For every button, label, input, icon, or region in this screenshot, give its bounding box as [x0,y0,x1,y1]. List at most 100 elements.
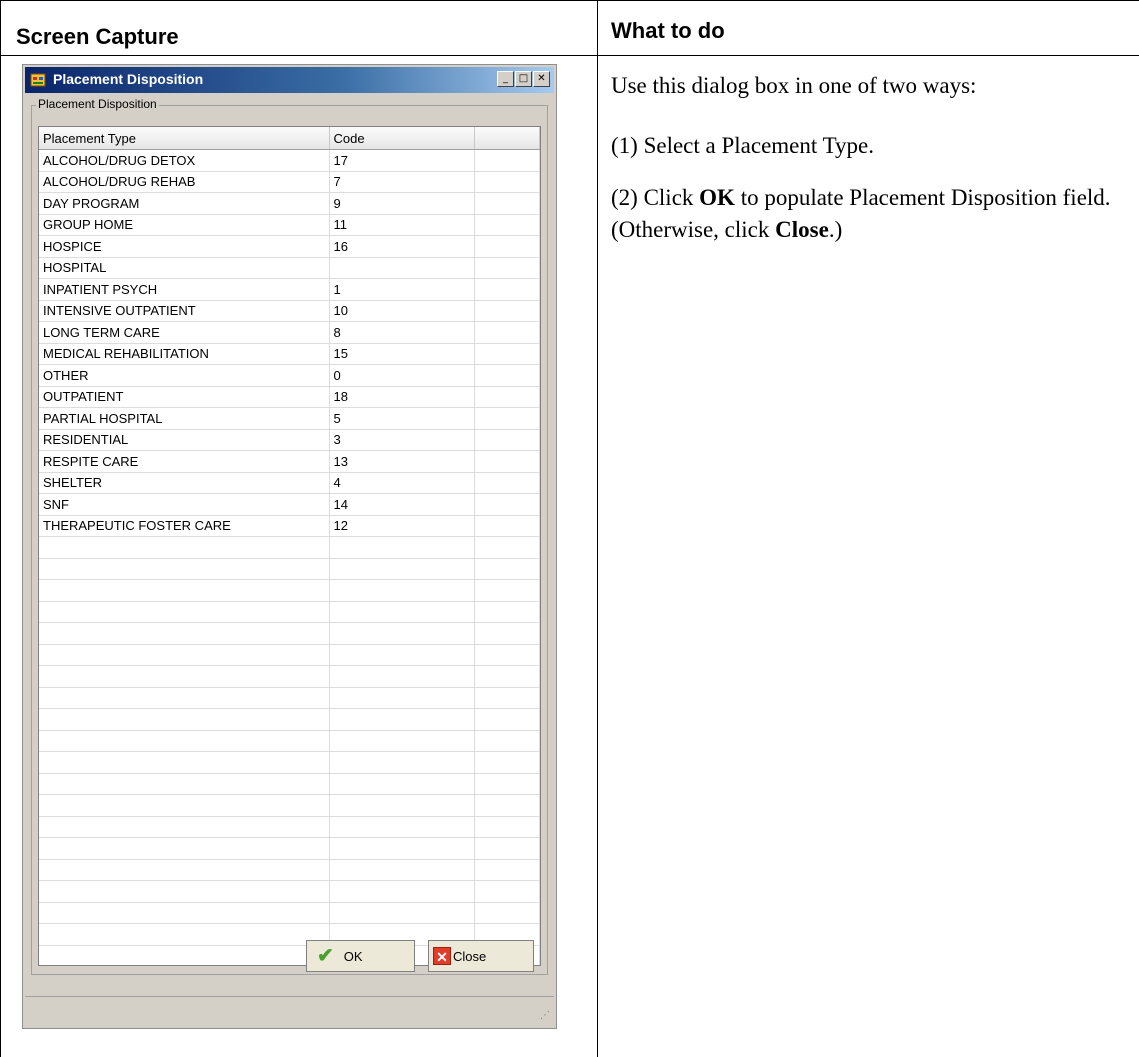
extra-cell[interactable] [474,601,540,623]
placement-type-cell[interactable]: DAY PROGRAM [39,192,330,215]
extra-cell[interactable] [474,149,540,172]
extra-cell[interactable] [474,579,540,602]
code-cell[interactable]: 11 [329,214,475,236]
table-row[interactable]: DAY PROGRAM 9 [39,192,540,215]
code-cell[interactable] [329,816,475,838]
code-cell[interactable] [329,687,475,709]
extra-cell[interactable] [474,515,540,537]
placement-type-cell[interactable]: LONG TERM CARE [39,321,330,344]
empty-table-row[interactable] [39,880,540,903]
placement-type-cell[interactable]: PARTIAL HOSPITAL [39,407,330,430]
extra-cell[interactable] [474,364,540,387]
extra-cell[interactable] [474,773,540,795]
placement-type-cell[interactable]: RESIDENTIAL [39,429,330,451]
window-close-button[interactable]: ✕ [533,71,550,87]
empty-table-row[interactable] [39,751,540,774]
placement-type-cell[interactable] [39,794,330,817]
table-row[interactable]: ALCOHOL/DRUG REHAB 7 [39,171,540,193]
placement-type-cell[interactable]: ALCOHOL/DRUG DETOX [39,149,330,172]
empty-table-row[interactable] [39,601,540,623]
placement-type-cell[interactable]: OUTPATIENT [39,386,330,408]
table-row[interactable]: THERAPEUTIC FOSTER CARE 12 [39,515,540,537]
empty-table-row[interactable] [39,708,540,731]
empty-table-row[interactable] [39,644,540,666]
placement-type-cell[interactable]: HOSPICE [39,235,330,258]
extra-cell[interactable] [474,751,540,774]
placement-type-cell[interactable] [39,665,330,688]
title-bar[interactable]: Placement Disposition _ □ ✕ [25,67,554,93]
extra-cell[interactable] [474,493,540,516]
table-row[interactable]: RESPITE CARE 13 [39,450,540,473]
extra-cell[interactable] [474,558,540,580]
code-cell[interactable] [329,644,475,666]
code-cell[interactable]: 12 [329,515,475,537]
empty-table-row[interactable] [39,794,540,817]
empty-table-row[interactable] [39,773,540,795]
extra-cell[interactable] [474,665,540,688]
placement-type-cell[interactable]: INPATIENT PSYCH [39,278,330,301]
code-cell[interactable] [329,257,475,279]
table-row[interactable]: INTENSIVE OUTPATIENT 10 [39,300,540,322]
code-cell[interactable]: 17 [329,149,475,172]
code-cell[interactable] [329,730,475,752]
extra-cell[interactable] [474,622,540,645]
empty-table-row[interactable] [39,859,540,881]
placement-type-cell[interactable] [39,945,330,965]
code-cell[interactable] [329,751,475,774]
minimize-button[interactable]: _ [497,71,514,87]
code-cell[interactable]: 5 [329,407,475,430]
column-header-code[interactable]: Code [329,127,475,150]
empty-table-row[interactable] [39,837,540,860]
table-row[interactable]: PARTIAL HOSPITAL 5 [39,407,540,430]
code-cell[interactable]: 10 [329,300,475,322]
extra-cell[interactable] [474,472,540,494]
table-row[interactable]: INPATIENT PSYCH 1 [39,278,540,301]
table-row[interactable]: LONG TERM CARE 8 [39,321,540,344]
resize-grip-icon[interactable]: ⋰ [540,1010,550,1021]
extra-cell[interactable] [474,902,540,924]
table-row[interactable]: SNF 14 [39,493,540,516]
ok-button[interactable]: ✔ OK [306,940,415,972]
placement-type-cell[interactable] [39,536,330,559]
table-row[interactable]: MEDICAL REHABILITATION 15 [39,343,540,365]
empty-table-row[interactable] [39,665,540,688]
empty-table-row[interactable] [39,687,540,709]
empty-table-row[interactable] [39,902,540,924]
code-cell[interactable]: 1 [329,278,475,301]
extra-cell[interactable] [474,644,540,666]
table-row[interactable]: OTHER 0 [39,364,540,387]
placement-type-cell[interactable] [39,923,330,946]
extra-cell[interactable] [474,321,540,344]
placement-type-cell[interactable] [39,902,330,924]
extra-cell[interactable] [474,257,540,279]
placement-type-cell[interactable]: SNF [39,493,330,516]
code-cell[interactable] [329,880,475,903]
empty-table-row[interactable] [39,579,540,602]
placement-type-cell[interactable]: HOSPITAL [39,257,330,279]
placement-type-cell[interactable]: RESPITE CARE [39,450,330,473]
extra-cell[interactable] [474,859,540,881]
extra-cell[interactable] [474,278,540,301]
table-row[interactable]: OUTPATIENT 18 [39,386,540,408]
code-cell[interactable] [329,859,475,881]
placement-type-cell[interactable] [39,773,330,795]
placement-type-cell[interactable]: ALCOHOL/DRUG REHAB [39,171,330,193]
placement-type-cell[interactable]: THERAPEUTIC FOSTER CARE [39,515,330,537]
table-row[interactable]: ALCOHOL/DRUG DETOX 17 [39,149,540,172]
extra-cell[interactable] [474,300,540,322]
table-row[interactable]: HOSPITAL [39,257,540,279]
extra-cell[interactable] [474,536,540,559]
code-cell[interactable] [329,665,475,688]
placement-type-cell[interactable] [39,708,330,731]
extra-cell[interactable] [474,386,540,408]
code-cell[interactable]: 16 [329,235,475,258]
table-row[interactable]: HOSPICE 16 [39,235,540,258]
placement-type-cell[interactable] [39,751,330,774]
placement-type-cell[interactable]: GROUP HOME [39,214,330,236]
placement-type-cell[interactable]: OTHER [39,364,330,387]
extra-cell[interactable] [474,343,540,365]
code-cell[interactable] [329,837,475,860]
placement-type-cell[interactable] [39,644,330,666]
empty-table-row[interactable] [39,536,540,559]
maximize-button[interactable]: □ [515,71,532,87]
